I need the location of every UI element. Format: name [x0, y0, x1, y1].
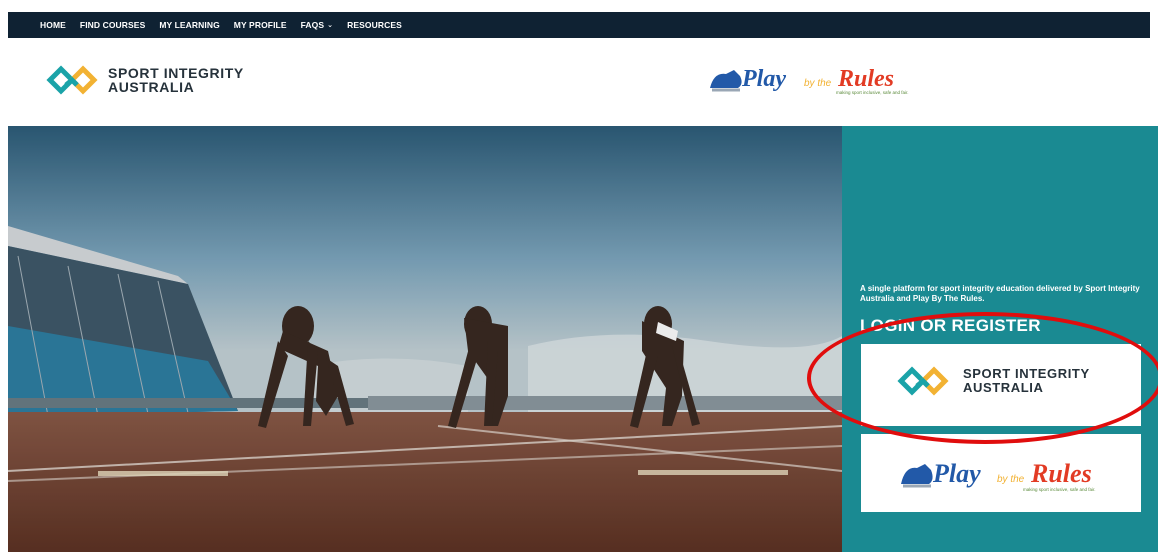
pbr-by-the: by the [804, 78, 832, 89]
card1-line2: AUSTRALIA [963, 380, 1044, 395]
sia-diamond-icon [897, 366, 949, 396]
sia-line2: AUSTRALIA [108, 79, 195, 95]
card2-rules: Rules [1030, 459, 1092, 488]
nav-find-courses[interactable]: FIND COURSES [80, 20, 145, 30]
login-or-register-heading: LOGIN OR REGISTER [860, 316, 1041, 335]
pbr-tagline: making sport inclusive, safe and fair. [836, 90, 909, 95]
play-by-the-rules-login-button[interactable]: Play by the Rules making sport inclusive… [861, 434, 1141, 512]
nav-home[interactable]: HOME [40, 20, 66, 30]
top-navigation: HOME FIND COURSES MY LEARNING MY PROFILE… [8, 12, 1150, 38]
card1-line1: SPORT INTEGRITY [963, 366, 1090, 381]
sport-integrity-australia-login-button[interactable]: SPORT INTEGRITY AUSTRALIA [861, 344, 1141, 426]
sia-line1: SPORT INTEGRITY [108, 65, 244, 81]
pbr-play: Play [741, 66, 786, 92]
hero-illustration [8, 126, 842, 552]
card2-by-the: by the [997, 474, 1025, 485]
sport-integrity-australia-logo[interactable]: SPORT INTEGRITY AUSTRALIA [46, 65, 244, 95]
nav-my-profile[interactable]: MY PROFILE [234, 20, 287, 30]
nav-resources[interactable]: RESOURCES [347, 20, 402, 30]
nav-faqs[interactable]: FAQS ⌄ [301, 20, 334, 30]
play-by-the-rules-logo[interactable]: Play by the Rules making sport inclusive… [708, 62, 930, 96]
nav-my-learning[interactable]: MY LEARNING [159, 20, 219, 30]
chevron-down-icon: ⌄ [327, 22, 334, 29]
sneaker-icon [901, 464, 933, 488]
card2-tagline: making sport inclusive, safe and fair. [1023, 487, 1096, 492]
sneaker-icon [710, 70, 742, 92]
pbr-card-logo: Play by the Rules making sport inclusive… [901, 459, 1096, 492]
hero-image [8, 126, 842, 552]
pbr-rules: Rules [837, 66, 894, 92]
card2-play: Play [932, 459, 981, 488]
login-sidebar: A single platform for sport integrity ed… [842, 126, 1158, 552]
sia-diamond-icon [46, 65, 98, 95]
site-header: SPORT INTEGRITY AUSTRALIA Play by the Ru… [8, 38, 1150, 126]
platform-tagline: A single platform for sport integrity ed… [860, 284, 1140, 303]
